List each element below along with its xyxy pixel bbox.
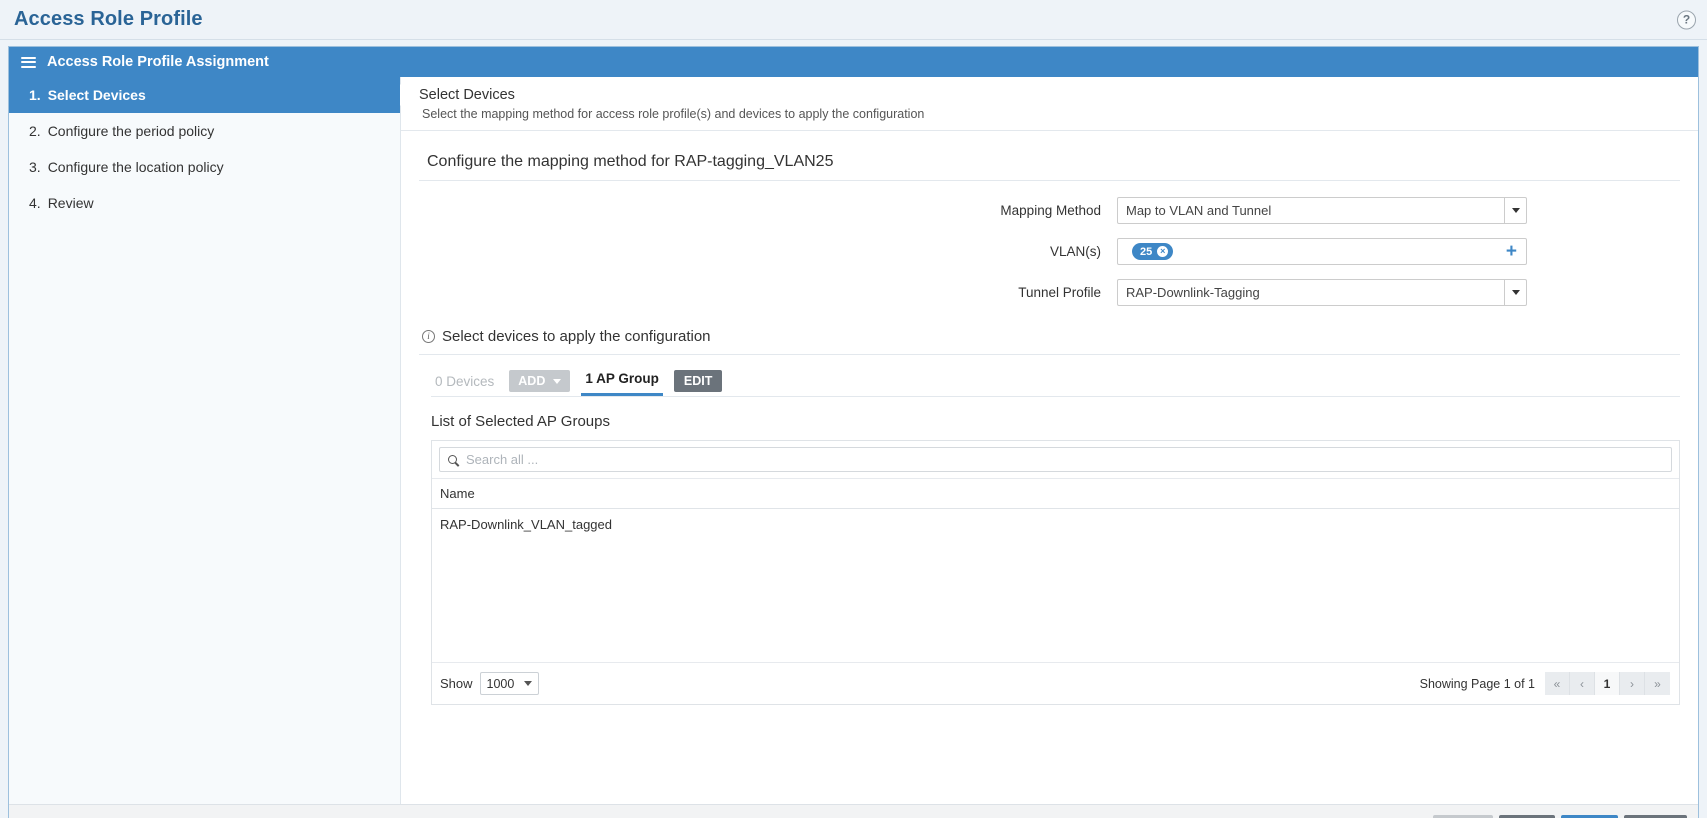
- vlan-chip-list: 25 ×: [1118, 243, 1506, 261]
- pager-last-button[interactable]: »: [1645, 672, 1670, 695]
- info-icon: i: [422, 330, 435, 343]
- step-number: 1.: [29, 87, 41, 103]
- step-number: 3.: [29, 159, 41, 175]
- table-footer: Show 1000 Showing Page 1 of 1 « ‹: [432, 662, 1679, 704]
- mapping-form: Mapping Method Map to VLAN and Tunnel VL…: [401, 197, 1698, 306]
- wizard-header: Access Role Profile Assignment: [9, 47, 1698, 77]
- table-body: RAP-Downlink_VLAN_tagged: [432, 509, 1679, 662]
- devices-section-heading-label: Select devices to apply the configuratio…: [442, 328, 711, 345]
- add-button[interactable]: ADD: [509, 370, 570, 392]
- vlans-label: VLAN(s): [401, 244, 1117, 259]
- cell-name: RAP-Downlink_VLAN_tagged: [440, 517, 612, 532]
- page-size-control: Show 1000: [440, 672, 539, 695]
- search-input[interactable]: [464, 451, 1663, 468]
- add-button-label: ADD: [518, 374, 545, 388]
- hamburger-menu-icon[interactable]: [21, 57, 36, 68]
- table-row[interactable]: RAP-Downlink_VLAN_tagged: [432, 509, 1679, 540]
- search-row: [432, 441, 1679, 479]
- ap-groups-list: Name RAP-Downlink_VLAN_tagged Show 1000: [431, 440, 1680, 705]
- pager-current-page[interactable]: 1: [1595, 672, 1620, 695]
- mapping-method-select[interactable]: Map to VLAN and Tunnel: [1117, 197, 1527, 224]
- wizard-footer: ‹ Back Next › Apply Cancel: [9, 804, 1698, 818]
- step-label: Configure the location policy: [48, 159, 224, 175]
- pager-prev-button[interactable]: ‹: [1570, 672, 1595, 695]
- chevron-down-icon[interactable]: [1504, 280, 1526, 305]
- tunnel-profile-value: RAP-Downlink-Tagging: [1118, 285, 1504, 300]
- close-icon[interactable]: ×: [1157, 246, 1168, 257]
- content-subheading: Select the mapping method for access rol…: [422, 107, 1698, 121]
- wizard-body: 1. Select Devices 2. Configure the perio…: [9, 77, 1698, 804]
- content-scroll-area: Configure the mapping method for RAP-tag…: [401, 131, 1698, 804]
- vlan-chip[interactable]: 25 ×: [1132, 243, 1173, 260]
- step-configure-location-policy[interactable]: 3. Configure the location policy: [9, 149, 400, 185]
- wizard-header-title: Access Role Profile Assignment: [47, 54, 269, 70]
- show-label: Show: [440, 676, 473, 691]
- pagination: Showing Page 1 of 1 « ‹ 1 › »: [1420, 672, 1670, 695]
- step-number: 4.: [29, 195, 41, 211]
- vlans-field[interactable]: 25 × +: [1117, 238, 1527, 265]
- help-icon[interactable]: ?: [1677, 10, 1696, 29]
- devices-tabs: 0 Devices ADD 1 AP Group EDIT: [431, 367, 1680, 397]
- pager-next-button[interactable]: ›: [1620, 672, 1645, 695]
- devices-section-heading: i Select devices to apply the configurat…: [419, 320, 1680, 355]
- tunnel-profile-select[interactable]: RAP-Downlink-Tagging: [1117, 279, 1527, 306]
- content-heading: Select Devices: [419, 87, 1698, 103]
- mapping-section-title: Configure the mapping method for RAP-tag…: [419, 131, 1680, 181]
- search-field[interactable]: [439, 447, 1672, 472]
- content-header: Select Devices Select the mapping method…: [401, 77, 1698, 131]
- step-select-devices[interactable]: 1. Select Devices: [9, 77, 400, 113]
- tab-devices[interactable]: 0 Devices: [431, 374, 498, 396]
- chevron-down-icon[interactable]: [1504, 198, 1526, 223]
- step-active-notch: [400, 84, 411, 106]
- add-vlan-icon[interactable]: +: [1506, 242, 1517, 261]
- form-row-vlans: VLAN(s) 25 × +: [401, 238, 1698, 265]
- step-number: 2.: [29, 123, 41, 139]
- chevron-down-icon: [524, 681, 532, 686]
- form-row-mapping-method: Mapping Method Map to VLAN and Tunnel: [401, 197, 1698, 224]
- wizard-panel: Access Role Profile Assignment 1. Select…: [8, 46, 1699, 818]
- chevron-down-icon: [553, 379, 561, 384]
- edit-button[interactable]: EDIT: [674, 370, 722, 392]
- tunnel-profile-label: Tunnel Profile: [401, 285, 1117, 300]
- step-review[interactable]: 4. Review: [9, 185, 400, 221]
- page-titlebar: Access Role Profile ?: [0, 0, 1707, 40]
- step-label: Configure the period policy: [48, 123, 215, 139]
- page-size-select[interactable]: 1000: [480, 672, 540, 695]
- pager-first-button[interactable]: «: [1545, 672, 1570, 695]
- table-header: Name: [432, 479, 1679, 509]
- selected-ap-groups-title: List of Selected AP Groups: [431, 413, 1698, 430]
- column-header-name: Name: [440, 486, 475, 501]
- page-title: Access Role Profile: [14, 8, 203, 31]
- showing-page-text: Showing Page 1 of 1: [1420, 677, 1535, 691]
- wizard-steps: 1. Select Devices 2. Configure the perio…: [9, 77, 401, 804]
- page-size-value: 1000: [487, 677, 515, 691]
- pager-buttons: « ‹ 1 › »: [1545, 672, 1670, 695]
- step-label: Select Devices: [48, 87, 146, 103]
- tab-ap-group[interactable]: 1 AP Group: [581, 371, 663, 396]
- mapping-method-value: Map to VLAN and Tunnel: [1118, 203, 1504, 218]
- step-label: Review: [48, 195, 94, 211]
- content-pane: Select Devices Select the mapping method…: [401, 77, 1698, 804]
- step-configure-period-policy[interactable]: 2. Configure the period policy: [9, 113, 400, 149]
- form-row-tunnel-profile: Tunnel Profile RAP-Downlink-Tagging: [401, 279, 1698, 306]
- search-icon: [448, 455, 457, 464]
- mapping-method-label: Mapping Method: [401, 203, 1117, 218]
- vlan-chip-label: 25: [1140, 246, 1152, 258]
